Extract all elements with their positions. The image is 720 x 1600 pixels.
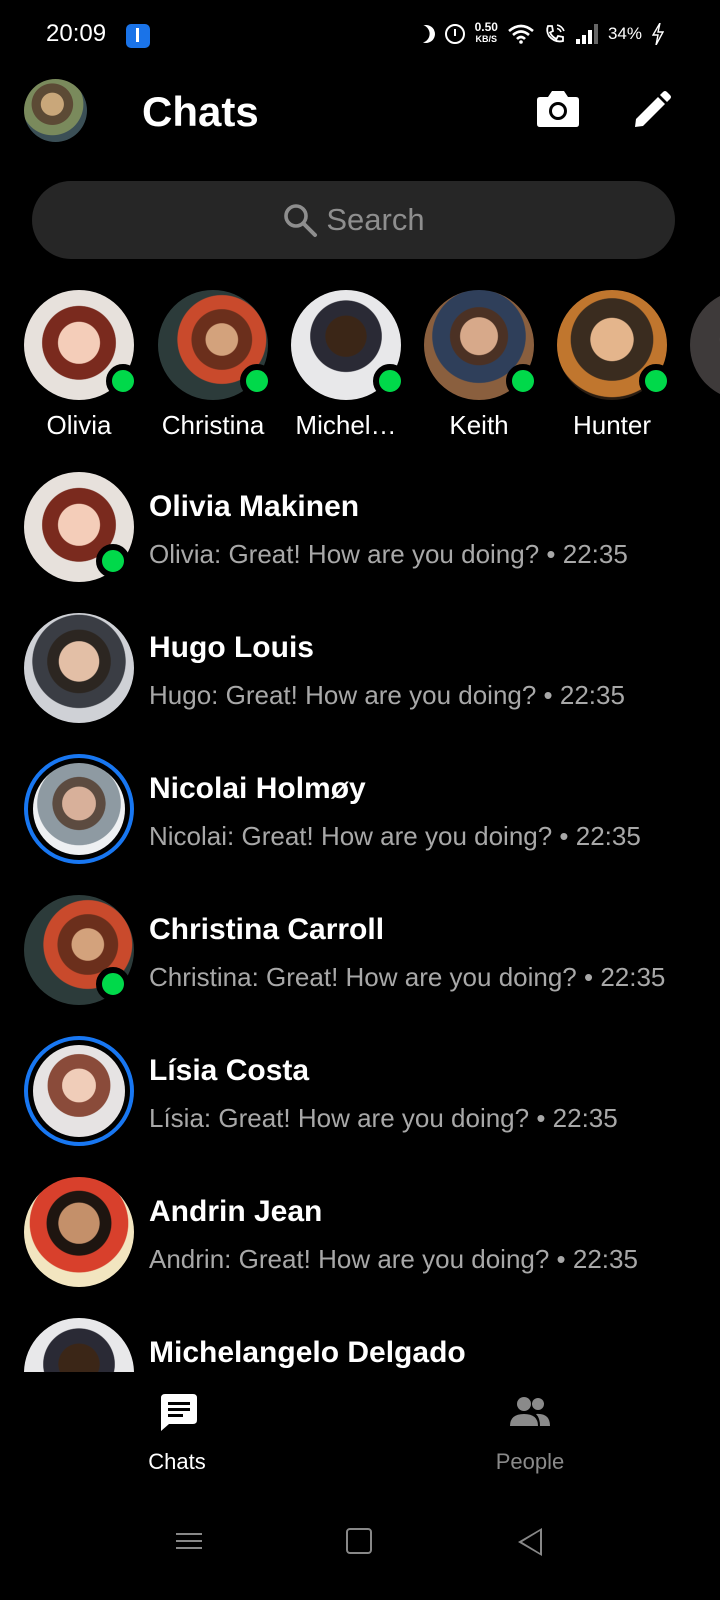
online-indicator [506, 364, 540, 398]
bottom-nav: Chats People [0, 1372, 720, 1487]
chat-name: Christina Carroll [149, 913, 385, 946]
active-now-row[interactable]: Olivia Christina Michel… Keith Hunter [0, 290, 720, 450]
online-indicator [106, 364, 140, 398]
active-contact[interactable]: Michel… [281, 290, 411, 441]
chat-preview: Olivia: Great! How are you doing? • 22:3… [149, 539, 628, 569]
battery-percent: 34% [607, 23, 642, 43]
chat-avatar [24, 1318, 134, 1372]
contact-avatar [690, 290, 720, 400]
chat-list[interactable]: Olivia Makinen Olivia: Great! How are yo… [0, 472, 720, 1372]
chat-row[interactable]: Nicolai Holmøy Nicolai: Great! How are y… [0, 754, 720, 895]
chat-preview: Hugo: Great! How are you doing? • 22:35 [149, 680, 625, 710]
new-message-button[interactable] [632, 90, 672, 130]
active-contact[interactable]: Keith [414, 290, 544, 441]
chat-name: Michelangelo Delgado [149, 1336, 466, 1369]
active-contact[interactable] [680, 290, 720, 400]
online-indicator [96, 967, 130, 1001]
profile-avatar[interactable] [24, 79, 87, 142]
chat-row[interactable]: Michelangelo Delgado [0, 1318, 720, 1372]
chat-avatar [33, 1045, 125, 1137]
chat-row[interactable]: Olivia Makinen Olivia: Great! How are yo… [0, 472, 720, 613]
search-icon [284, 204, 318, 237]
contact-avatar [291, 290, 407, 400]
recent-apps-button[interactable] [174, 1528, 204, 1558]
camera-button[interactable] [536, 88, 580, 128]
active-contact-name: Keith [449, 410, 509, 440]
edit-icon [635, 91, 671, 127]
search-bar[interactable]: Search [32, 181, 675, 259]
contact-avatar [557, 290, 673, 400]
people-icon [510, 1397, 550, 1426]
tab-chats[interactable]: Chats [77, 1390, 277, 1475]
online-indicator [639, 364, 673, 398]
chat-row[interactable]: Lísia Costa Lísia: Great! How are you do… [0, 1036, 720, 1177]
chat-bubble-icon [161, 1394, 197, 1431]
wifi-call-icon [546, 23, 565, 42]
chat-row[interactable]: Christina Carroll Christina: Great! How … [0, 895, 720, 1036]
alarm-icon [444, 23, 465, 44]
active-contact[interactable]: Olivia [14, 290, 144, 441]
active-contact[interactable]: Christina [148, 290, 278, 441]
camera-icon [537, 91, 579, 127]
usb-icon [126, 24, 150, 48]
contact-avatar [24, 290, 140, 400]
chat-name: Nicolai Holmøy [149, 772, 366, 805]
status-icons: 0.50 KB/S 34% [414, 20, 664, 45]
chat-name: Andrin Jean [149, 1195, 323, 1228]
search-placeholder: Search [326, 202, 425, 237]
contact-avatar [424, 290, 540, 400]
chat-avatar [33, 763, 125, 855]
active-contact-name: Hunter [572, 410, 652, 440]
story-ring[interactable] [24, 1036, 134, 1146]
chat-preview: Lísia: Great! How are you doing? • 22:35 [149, 1103, 618, 1133]
active-contact[interactable]: Hunter [547, 290, 677, 441]
charging-icon [652, 22, 664, 45]
chat-row[interactable]: Hugo Louis Hugo: Great! How are you doin… [0, 613, 720, 754]
online-indicator [373, 364, 407, 398]
story-ring[interactable] [24, 754, 134, 864]
chat-name: Lísia Costa [149, 1054, 310, 1087]
network-speed: 0.50 KB/S [474, 20, 498, 45]
status-time: 20:09 [46, 20, 107, 47]
chat-preview: Nicolai: Great! How are you doing? • 22:… [149, 821, 641, 851]
moon-icon [414, 22, 437, 45]
chat-name: Hugo Louis [149, 631, 314, 664]
online-indicator [96, 544, 130, 578]
network-speed-unit: KB/S [475, 34, 498, 44]
chat-name: Olivia Makinen [149, 490, 360, 523]
active-contact-name: Olivia [46, 410, 112, 440]
active-contact-name: Michel… [295, 410, 397, 440]
online-indicator [240, 364, 274, 398]
page-title: Chats [142, 88, 259, 135]
signal-icon [575, 23, 598, 44]
status-bar: 20:09 0.50 KB/S 34% [0, 0, 720, 70]
back-button[interactable] [518, 1528, 542, 1556]
chat-preview: Andrin: Great! How are you doing? • 22:3… [149, 1244, 638, 1274]
chat-preview: Christina: Great! How are you doing? • 2… [149, 962, 666, 992]
tab-chats-label: Chats [148, 1449, 206, 1474]
chat-avatar [24, 613, 134, 723]
system-nav-bar [0, 1490, 720, 1600]
network-speed-value: 0.50 [474, 20, 498, 34]
wifi-icon [508, 24, 534, 44]
chat-avatar [24, 1177, 134, 1287]
tab-people-label: People [495, 1449, 565, 1474]
chat-row[interactable]: Andrin Jean Andrin: Great! How are you d… [0, 1177, 720, 1318]
active-contact-name: Christina [161, 410, 265, 440]
contact-avatar [158, 290, 274, 400]
home-button[interactable] [346, 1528, 372, 1554]
tab-people[interactable]: People [430, 1390, 630, 1475]
